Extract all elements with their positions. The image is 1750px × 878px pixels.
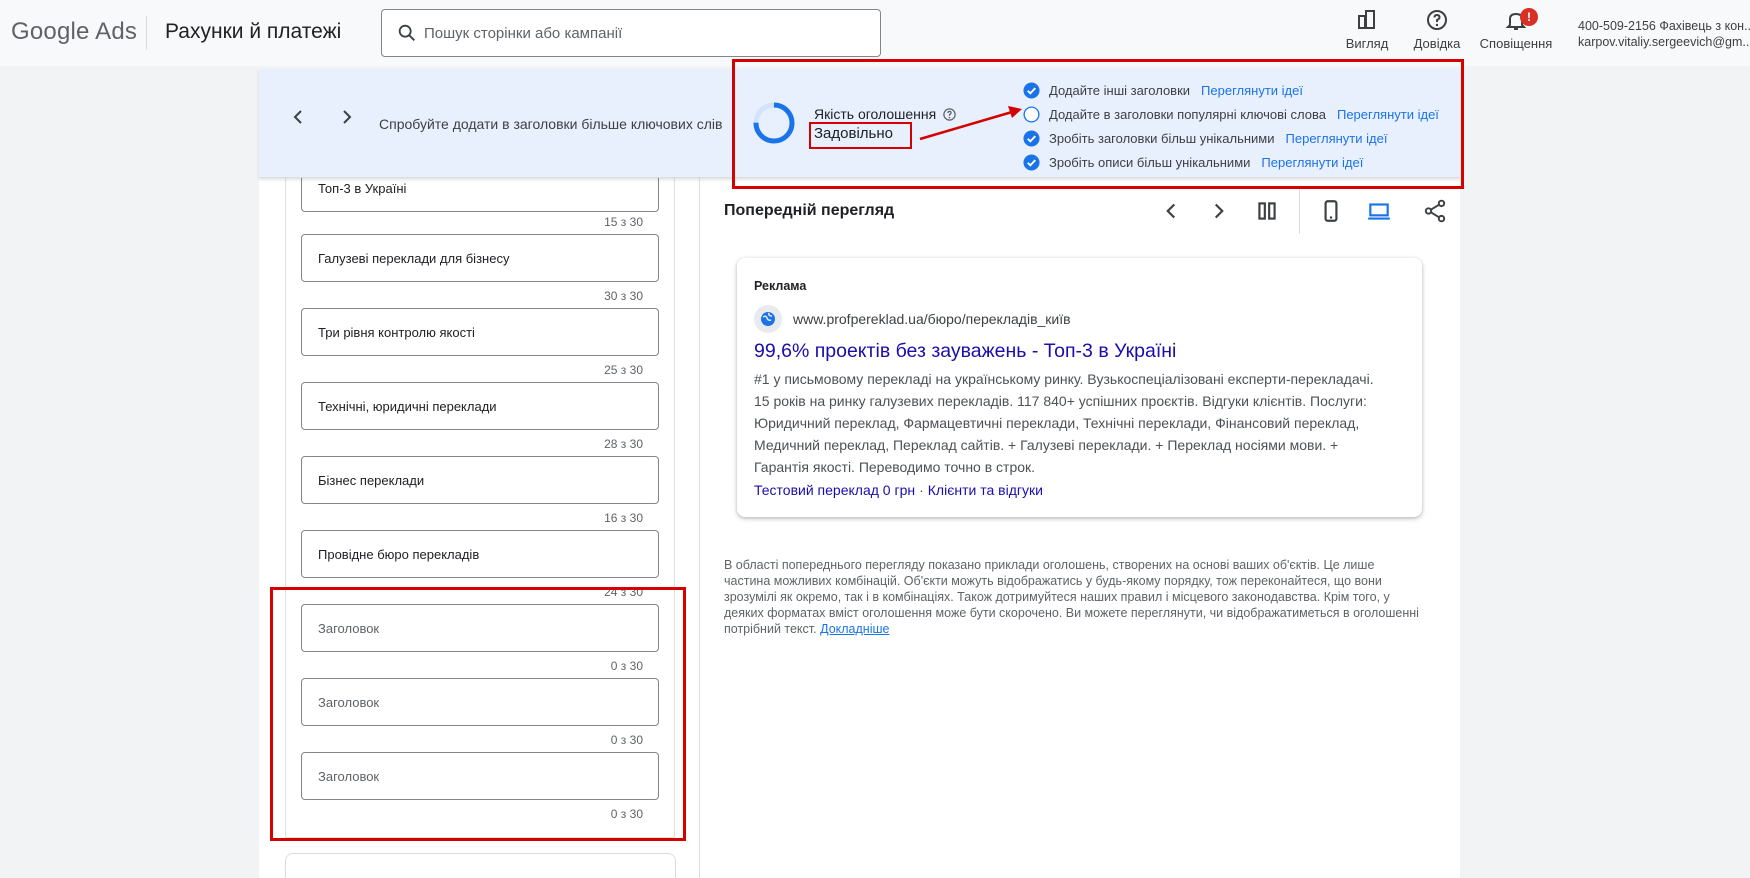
google-ads-logo[interactable]: Google Ads [11, 18, 137, 46]
headline-field[interactable]: Провідне бюро перекладів [301, 530, 659, 578]
headline-text: Топ-3 в Україні [318, 181, 407, 196]
next-section-card [285, 853, 676, 878]
globe-icon [754, 305, 782, 333]
columns-icon[interactable] [1254, 198, 1280, 224]
sitelink[interactable]: Клієнти та відгуки [928, 482, 1043, 498]
ad-sitelinks: Тестовий переклад 0 грн · Клієнти та відгу… [754, 482, 1043, 498]
top-bar: Google Ads Рахунки й платежі Вигляд Дові… [0, 0, 1750, 66]
char-counter: 15 з 30 [604, 215, 643, 229]
headline-text: Технічні, юридичні переклади [318, 399, 497, 414]
learn-more-link[interactable]: Докладніше [820, 622, 889, 636]
headline-field[interactable]: Три рівня контролю якості [301, 308, 659, 356]
char-counter: 30 з 30 [604, 289, 643, 303]
chevron-right-icon[interactable] [1206, 198, 1232, 224]
ad-label: Реклама [754, 279, 807, 293]
help-icon [1427, 10, 1447, 30]
view-label: Вигляд [1345, 36, 1389, 51]
preview-disclaimer: В області попереднього перегляду показан… [724, 557, 1424, 637]
annotation-box [270, 587, 686, 841]
headline-text: Бізнес переклади [318, 473, 425, 488]
toolbar-divider [1299, 188, 1300, 234]
chevron-left-icon[interactable] [286, 105, 310, 129]
search-box[interactable] [381, 9, 881, 57]
search-input[interactable] [424, 22, 864, 44]
view-icon [1358, 10, 1375, 29]
desktop-icon[interactable] [1366, 198, 1392, 224]
mobile-icon[interactable] [1318, 198, 1344, 224]
annotation-box [732, 59, 1464, 189]
char-counter: 28 з 30 [604, 437, 643, 451]
preview-title: Попередній перегляд [724, 202, 895, 219]
headline-text: Галузеві переклади для бізнесу [318, 251, 510, 266]
help-button[interactable]: Довідка [1400, 8, 1474, 51]
sitelink-separator: · [919, 482, 924, 498]
notifications-label: Сповіщення [1479, 36, 1553, 51]
search-icon [398, 24, 415, 41]
account-info[interactable]: 400-509-2156 Фахівець з кон... karpov.vi… [1578, 18, 1750, 50]
share-icon[interactable] [1422, 198, 1448, 224]
ad-display-url: www.profpereklad.ua/бюро/перекладів_київ [793, 311, 1071, 327]
char-counter: 16 з 30 [604, 511, 643, 525]
ad-preview-card: Реклама www.profpereklad.ua/бюро/перекла… [737, 258, 1422, 517]
account-id: 400-509-2156 Фахівець з кон... [1578, 19, 1750, 33]
headline-field[interactable]: Галузеві переклади для бізнесу [301, 234, 659, 282]
headline-text: Три рівня контролю якості [318, 325, 475, 340]
help-label: Довідка [1413, 36, 1461, 51]
notification-badge: ! [1520, 8, 1538, 26]
headline-text: Провідне бюро перекладів [318, 547, 480, 562]
page-title: Рахунки й платежі [165, 20, 342, 43]
chevron-left-icon[interactable] [1158, 198, 1184, 224]
sitelink[interactable]: Тестовий переклад 0 грн [754, 482, 915, 498]
chevron-right-icon[interactable] [335, 105, 359, 129]
ad-headline[interactable]: 99,6% проектів без зауважень - Топ-3 в У… [754, 340, 1176, 363]
banner-message: Спробуйте додати в заголовки більше ключ… [379, 116, 723, 132]
column-divider [699, 178, 700, 878]
headline-field[interactable]: Бізнес переклади [301, 456, 659, 504]
ad-description: #1 у письмовому перекладі на українськом… [754, 371, 1374, 475]
divider [146, 16, 147, 50]
headline-field[interactable]: Технічні, юридичні переклади [301, 382, 659, 430]
account-email: karpov.vitaliy.sergeevich@gm... [1578, 35, 1750, 49]
view-button[interactable]: Вигляд [1345, 8, 1389, 51]
char-counter: 25 з 30 [604, 363, 643, 377]
notifications-button[interactable]: ! Сповіщення [1476, 8, 1556, 51]
